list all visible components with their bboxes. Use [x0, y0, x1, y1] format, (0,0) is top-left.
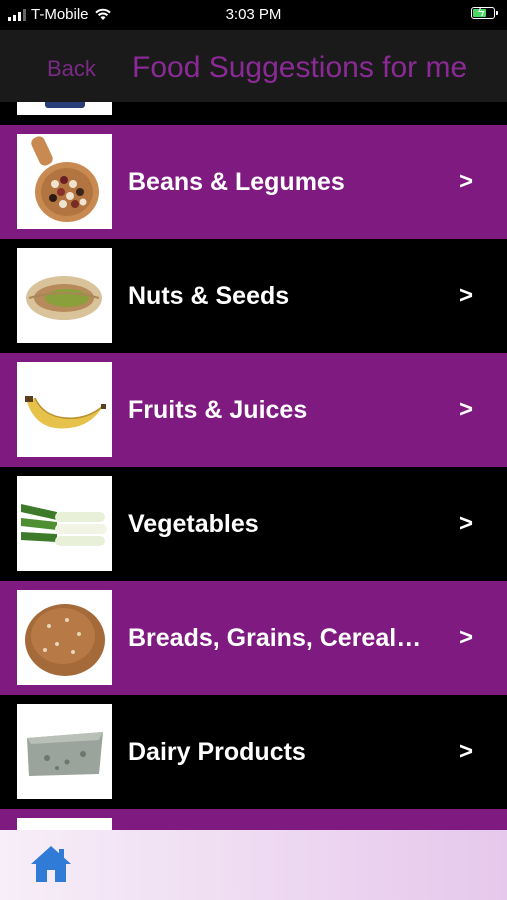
chevron-right-icon: >	[459, 738, 474, 765]
list-item-beans-legumes[interactable]: Beans & Legumes >	[0, 125, 507, 239]
list-item-dairy-products[interactable]: Dairy Products >	[0, 695, 507, 809]
list-item-label: Beans & Legumes	[128, 168, 345, 196]
banana-icon	[17, 362, 112, 457]
page-title: Food Suggestions for me	[132, 51, 468, 84]
leek-icon	[17, 476, 112, 571]
list-item-label: Nuts & Seeds	[128, 282, 290, 310]
chevron-right-icon: >	[459, 168, 474, 195]
beans-spoon-icon	[17, 134, 112, 229]
battery-icon: ϟ	[471, 5, 498, 19]
list-item-partial-top[interactable]	[0, 102, 507, 125]
chevron-right-icon: >	[459, 510, 474, 537]
chevron-right-icon: >	[459, 282, 474, 309]
tab-bar	[0, 830, 507, 900]
list-item-partial-bottom[interactable]	[0, 809, 507, 830]
status-time: 3:03 PM	[225, 6, 282, 23]
chevron-right-icon: >	[459, 396, 474, 423]
home-icon[interactable]	[30, 844, 72, 884]
list-item-label: Dairy Products	[128, 738, 306, 766]
pistachio-icon	[17, 248, 112, 343]
chevron-right-icon: >	[459, 624, 474, 651]
navigation-bar: Back Food Suggestions for me	[0, 30, 507, 102]
food-category-list: Beans & Legumes > Nuts & Seeds > Fruits …	[0, 102, 507, 830]
list-item-fruits-juices[interactable]: Fruits & Juices >	[0, 353, 507, 467]
bread-loaf-icon	[17, 590, 112, 685]
list-item-label: Vegetables	[128, 510, 259, 538]
category-thumbnail	[17, 818, 112, 830]
list-item-label: Breads, Grains, Cereal…	[128, 624, 422, 652]
list-item-label: Fruits & Juices	[128, 396, 308, 424]
category-thumbnail	[17, 102, 112, 115]
status-bar: T-Mobile 3:03 PM ϟ	[0, 0, 507, 30]
list-item-breads-grains[interactable]: Breads, Grains, Cereal… >	[0, 581, 507, 695]
back-button[interactable]: Back	[47, 56, 96, 82]
list-item-vegetables[interactable]: Vegetables >	[0, 467, 507, 581]
cheese-icon	[17, 704, 112, 799]
list-item-nuts-seeds[interactable]: Nuts & Seeds >	[0, 239, 507, 353]
